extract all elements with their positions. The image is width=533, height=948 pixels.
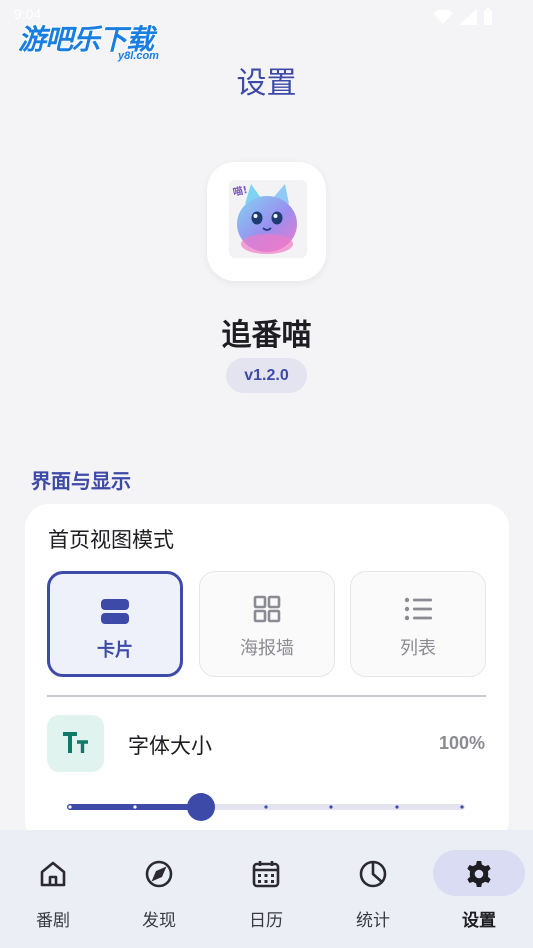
compass-icon: [145, 860, 173, 888]
pie-chart-icon: [359, 860, 387, 888]
status-icons: [433, 8, 493, 26]
nav-label: 设置: [462, 911, 496, 931]
nav-item-stats[interactable]: 统计: [320, 830, 426, 948]
wifi-icon: [433, 9, 453, 24]
view-mode-card-option[interactable]: 卡片: [47, 571, 183, 677]
home-icon: [40, 861, 66, 887]
slider-thumb: [187, 793, 215, 821]
page-title: 设置: [236, 66, 297, 101]
gear-icon: [467, 861, 491, 887]
slider-track[interactable]: [67, 790, 465, 824]
nav-label: 发现: [142, 911, 176, 931]
view-mode-option-label: 海报墙: [240, 638, 294, 659]
nav-label: 统计: [356, 911, 390, 931]
card-view-icon: [100, 596, 130, 630]
cat-mascot-icon: 喵!: [229, 180, 307, 258]
grid-view-icon: [252, 594, 282, 628]
list-view-icon: [403, 594, 433, 628]
view-mode-list-option[interactable]: 列表: [350, 571, 486, 677]
signal-icon: [459, 9, 477, 25]
section-title: 界面与显示: [31, 469, 131, 493]
nav-item-settings[interactable]: 设置: [426, 830, 532, 948]
app-logo: 喵!: [207, 162, 326, 281]
nav-item-calendar[interactable]: 日历: [213, 830, 319, 948]
text-size-icon: [63, 732, 88, 753]
view-mode-poster-option[interactable]: 海报墙: [199, 571, 335, 677]
view-mode-option-label: 卡片: [97, 640, 133, 661]
display-settings-card: 首页视图模式 卡片 海报墙 列表 字体大小 100%: [25, 504, 509, 844]
view-mode-option-label: 列表: [400, 638, 436, 659]
divider: [47, 695, 486, 697]
nav-label: 日历: [249, 911, 283, 931]
version-badge: v1.2.0: [226, 358, 307, 393]
nav-item-anime[interactable]: 番剧: [0, 830, 106, 948]
nav-label: 番剧: [36, 911, 70, 931]
view-mode-label: 首页视图模式: [48, 528, 174, 552]
calendar-icon: [252, 861, 280, 888]
text-size-icon-box: [47, 715, 104, 772]
battery-icon: [484, 8, 492, 25]
nav-item-discover[interactable]: 发现: [106, 830, 212, 948]
font-size-value: 100%: [438, 733, 485, 753]
font-size-label: 字体大小: [128, 734, 212, 758]
font-size-slider[interactable]: [67, 790, 465, 824]
bottom-navigation: 番剧 发现 日历 统计 设置: [0, 830, 533, 948]
app-name: 追番喵: [221, 318, 312, 353]
